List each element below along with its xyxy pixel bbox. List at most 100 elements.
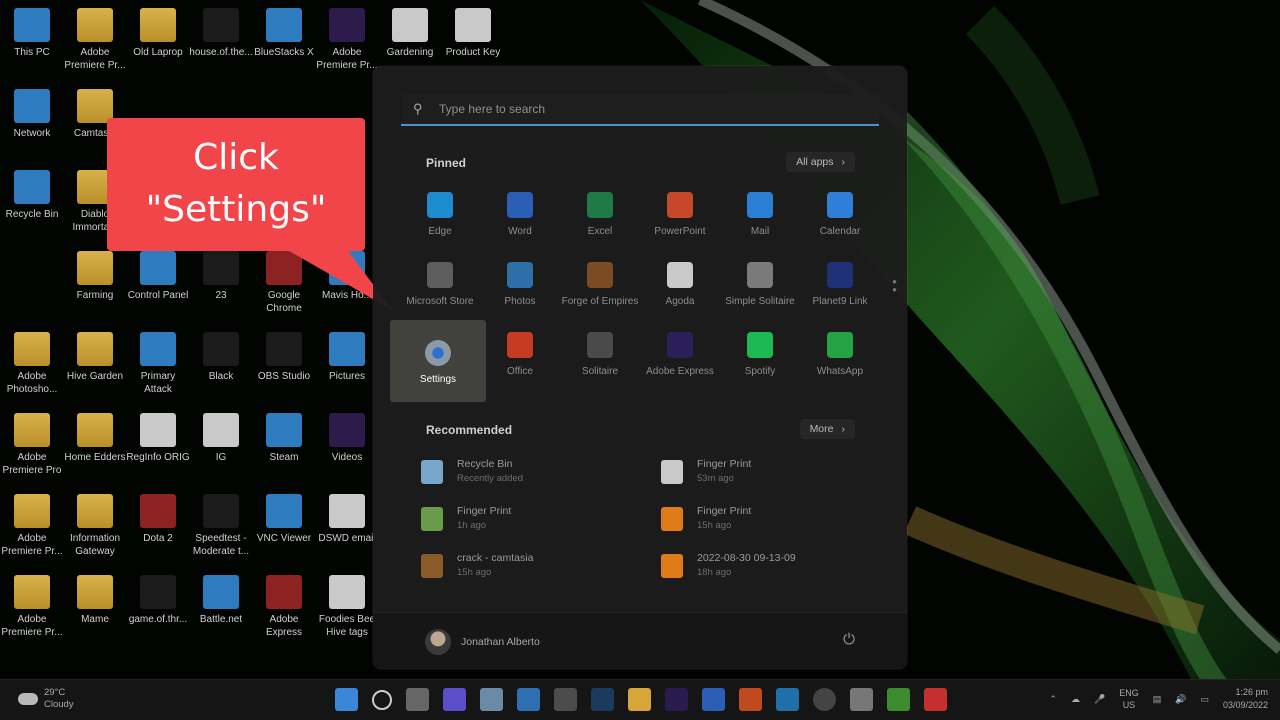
store-icon[interactable] <box>554 688 577 711</box>
battery-icon[interactable]: ▭ <box>1200 694 1209 705</box>
pinned-app-photos[interactable]: Photos <box>480 252 560 322</box>
recommended-item-name: Finger Print <box>697 458 752 470</box>
start-footer: Jonathan Alberto ⏻ <box>373 612 907 669</box>
pinned-app-solitaire[interactable]: Solitaire <box>560 322 640 392</box>
pinned-app-edge[interactable]: Edge <box>400 182 480 252</box>
pinned-app-word[interactable]: Word <box>480 182 560 252</box>
pinned-app-whatsapp[interactable]: WhatsApp <box>800 322 880 392</box>
search-icon[interactable] <box>372 690 392 710</box>
start-menu: ⚲ Pinned All apps › Edge Word Excel PowerPo… <box>373 66 907 669</box>
camtasia-recorder-icon[interactable] <box>924 688 947 711</box>
pinned-app-powerpoint[interactable]: PowerPoint <box>640 182 720 252</box>
pinned-app-spotify[interactable]: Spotify <box>720 322 800 392</box>
pinned-app-label: Solitaire <box>581 366 619 377</box>
pinned-app-label: Office <box>507 366 533 377</box>
pinned-app-planet9-link[interactable]: Planet9 Link <box>800 252 880 322</box>
language-code: ENG <box>1119 688 1139 698</box>
weather-widget[interactable]: 29°C Cloudy <box>18 687 74 711</box>
start-button-icon[interactable] <box>335 688 358 711</box>
obs-icon[interactable] <box>813 688 836 711</box>
recommended-item-time: Recently added <box>457 473 524 484</box>
pinned-app-forge-of-empires[interactable]: Forge of Empires <box>560 252 640 322</box>
instruction-callout: Click "Settings" <box>107 118 365 251</box>
file-explorer-icon[interactable] <box>628 688 651 711</box>
pinned-app-excel[interactable]: Excel <box>560 182 640 252</box>
photoshop-icon[interactable] <box>591 688 614 711</box>
pinned-app-office[interactable]: Office <box>480 322 560 392</box>
pinned-app-label: Settings <box>419 374 457 385</box>
pinned-app-mail[interactable]: Mail <box>720 182 800 252</box>
pinned-app-calendar[interactable]: Calendar <box>800 182 880 252</box>
more-label: More <box>809 423 834 435</box>
microphone-icon[interactable]: 🎤 <box>1094 694 1105 705</box>
recommended-item[interactable]: Finger Print 53m ago <box>661 458 861 505</box>
more-button[interactable]: More › <box>799 419 855 439</box>
chat-icon[interactable] <box>443 688 466 711</box>
pinned-app-label: Simple Solitaire <box>725 296 795 307</box>
recommended-item[interactable]: Finger Print 15h ago <box>661 505 861 552</box>
pinned-app-label: Edge <box>428 226 452 237</box>
photos-icon[interactable] <box>480 688 503 711</box>
recommended-item[interactable]: Recycle Bin Recently added <box>421 458 661 505</box>
pinned-heading: Pinned <box>426 156 467 170</box>
taskbar: 29°C Cloudy ⌃ ☁ 🎤 ENG US ▤ 🔊 ▭ 1:26 pm 0… <box>0 679 1280 720</box>
pinned-app-label: Agoda <box>665 296 695 307</box>
solitaire-icon <box>587 332 613 358</box>
word-icon <box>507 192 533 218</box>
file-icon <box>421 554 443 578</box>
pinned-app-label: Adobe Express <box>646 366 714 377</box>
user-name: Jonathan Alberto <box>461 636 540 648</box>
premiere-icon[interactable] <box>665 688 688 711</box>
task-view-icon[interactable] <box>406 688 429 711</box>
power-icon[interactable]: ⏻ <box>843 631 855 648</box>
recommended-item[interactable]: 2022-08-30 09-13-09 18h ago <box>661 552 861 599</box>
recommended-item[interactable]: crack - camtasia 15h ago <box>421 552 661 599</box>
file-icon <box>661 507 683 531</box>
chevron-up-icon[interactable]: ⌃ <box>1049 694 1057 705</box>
calendar-icon <box>827 192 853 218</box>
simple-solitaire-icon <box>747 262 773 288</box>
calculator-icon[interactable] <box>850 688 873 711</box>
network-icon[interactable]: ▤ <box>1153 694 1162 705</box>
planet9-link-icon <box>827 262 853 288</box>
forge-of-empires-icon <box>587 262 613 288</box>
all-apps-button[interactable]: All apps › <box>786 152 855 172</box>
callout-line-2: "Settings" <box>145 189 327 230</box>
pinned-app-microsoft-store[interactable]: Microsoft Store <box>400 252 480 322</box>
paint-icon[interactable] <box>517 688 540 711</box>
pinned-apps-grid: Edge Word Excel PowerPoint Mail Calendar Micro… <box>390 182 880 402</box>
pinned-app-adobe-express[interactable]: Adobe Express <box>640 322 720 392</box>
malwarebytes-icon[interactable] <box>776 688 799 711</box>
page-indicator[interactable]: ● ● <box>892 278 897 294</box>
weather-temperature: 29°C <box>44 687 66 698</box>
search-icon: ⚲ <box>413 101 423 116</box>
start-search-box[interactable]: ⚲ <box>401 94 879 126</box>
all-apps-label: All apps <box>796 156 834 168</box>
pinned-app-settings[interactable]: Settings <box>390 320 486 402</box>
recommended-item-time: 15h ago <box>457 567 492 578</box>
clock[interactable]: 1:26 pm 03/09/2022 <box>1223 686 1268 712</box>
volume-icon[interactable]: 🔊 <box>1175 694 1186 705</box>
photos-icon <box>507 262 533 288</box>
recommended-item-name: Finger Print <box>697 505 752 517</box>
recommended-item[interactable]: Finger Print 1h ago <box>421 505 661 552</box>
powerpoint-icon <box>667 192 693 218</box>
agoda-icon <box>667 262 693 288</box>
search-input[interactable] <box>437 101 861 117</box>
pinned-app-label: Photos <box>504 296 536 307</box>
pinned-app-simple-solitaire[interactable]: Simple Solitaire <box>720 252 800 322</box>
weather-condition: Cloudy <box>44 699 74 710</box>
chevron-right-icon: › <box>841 156 846 168</box>
recommended-item-time: 53m ago <box>697 473 734 484</box>
notepad-icon[interactable] <box>702 688 725 711</box>
pinned-app-label: Mail <box>750 226 770 237</box>
user-account-button[interactable]: Jonathan Alberto <box>425 629 540 655</box>
edge-icon <box>427 192 453 218</box>
brave-icon[interactable] <box>739 688 762 711</box>
onedrive-icon[interactable]: ☁ <box>1071 694 1080 705</box>
pinned-app-agoda[interactable]: Agoda <box>640 252 720 322</box>
camtasia-icon[interactable] <box>887 688 910 711</box>
clock-time: 1:26 pm <box>1235 687 1268 697</box>
mail-icon <box>747 192 773 218</box>
language-indicator[interactable]: ENG US <box>1119 687 1139 711</box>
